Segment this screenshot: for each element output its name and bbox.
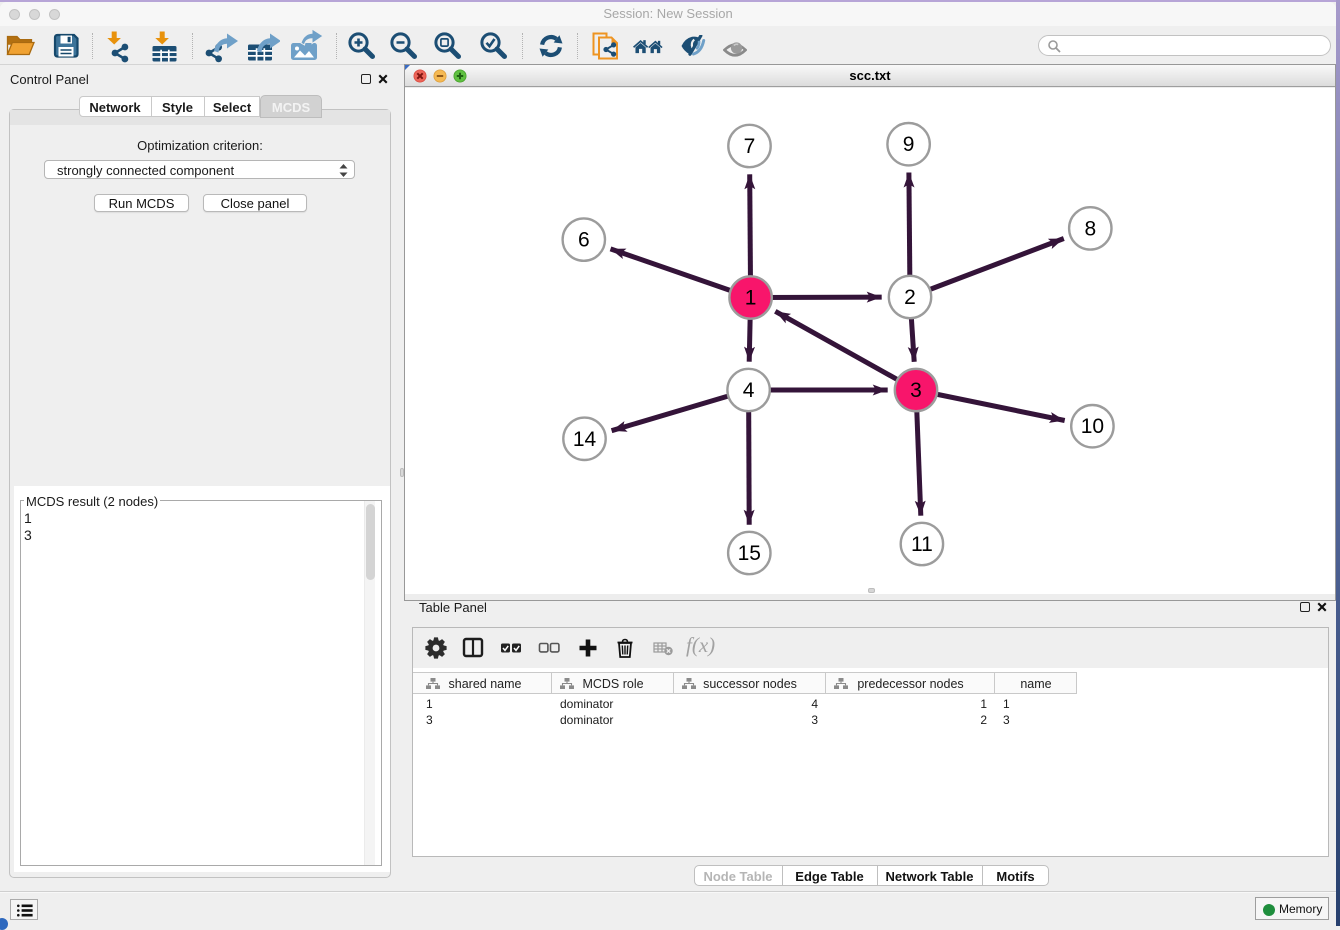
svg-text:11: 11 xyxy=(911,533,933,556)
svg-text:6: 6 xyxy=(578,229,590,252)
svg-text:14: 14 xyxy=(573,428,597,451)
svg-text:2: 2 xyxy=(904,286,916,309)
svg-text:1: 1 xyxy=(745,287,757,310)
svg-text:8: 8 xyxy=(1084,217,1096,240)
svg-text:7: 7 xyxy=(744,135,756,158)
svg-text:10: 10 xyxy=(1081,415,1104,438)
svg-text:3: 3 xyxy=(910,379,922,402)
svg-text:4: 4 xyxy=(743,379,755,402)
svg-text:15: 15 xyxy=(738,542,761,565)
svg-text:9: 9 xyxy=(903,133,915,156)
